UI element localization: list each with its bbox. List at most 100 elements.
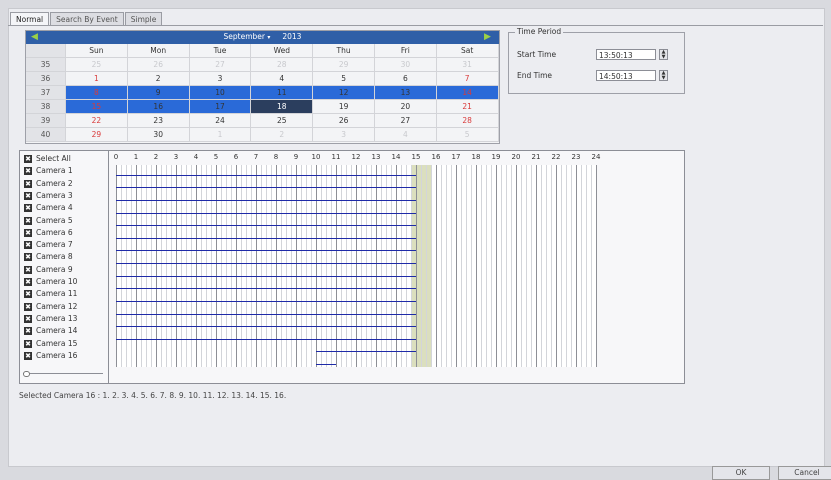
calendar-day[interactable]: 18 <box>251 100 314 114</box>
camera-item-row[interactable]: ✖ Camera 14 <box>24 325 77 337</box>
calendar-day[interactable]: 28 <box>251 58 314 72</box>
camera-item-row[interactable]: ✖ Camera 7 <box>24 239 73 251</box>
calendar-day[interactable]: 8 <box>66 86 128 100</box>
checkbox-icon[interactable]: ✖ <box>24 302 32 311</box>
calendar-day[interactable]: 29 <box>66 128 128 142</box>
calendar-day[interactable]: 30 <box>127 128 190 142</box>
checkbox-icon[interactable]: ✖ <box>24 204 32 213</box>
calendar-day[interactable]: 25 <box>66 58 128 72</box>
tab-normal[interactable]: Normal <box>10 12 50 26</box>
checkbox-icon[interactable]: ✖ <box>24 314 32 323</box>
recording-bar[interactable] <box>116 187 416 189</box>
camera-item-row[interactable]: ✖ Camera 8 <box>24 251 73 263</box>
calendar-day[interactable]: 6 <box>374 72 437 86</box>
end-time-spinner[interactable]: ▲ ▼ <box>659 70 668 81</box>
calendar-day[interactable]: 26 <box>127 58 190 72</box>
timeline-area[interactable] <box>116 165 597 367</box>
checkbox-icon[interactable]: ✖ <box>24 167 32 176</box>
recording-bar[interactable] <box>116 212 416 214</box>
recording-bar[interactable] <box>116 313 416 315</box>
calendar-day[interactable]: 25 <box>251 114 314 128</box>
camera-item-row[interactable]: ✖ Camera 3 <box>24 190 73 202</box>
recording-bar[interactable] <box>116 225 416 227</box>
month-dropdown-icon[interactable]: ▾ <box>267 34 270 41</box>
calendar-day[interactable]: 5 <box>313 72 375 86</box>
recording-bar[interactable] <box>316 351 416 353</box>
calendar-day[interactable]: 26 <box>313 114 375 128</box>
checkbox-icon[interactable]: ✖ <box>24 179 32 188</box>
calendar-day[interactable]: 31 <box>436 58 499 72</box>
camera-item-row[interactable]: ✖ Camera 11 <box>24 288 77 300</box>
calendar-day[interactable]: 5 <box>436 128 499 142</box>
checkbox-icon[interactable]: ✖ <box>24 265 32 274</box>
calendar-day[interactable]: 4 <box>374 128 437 142</box>
calendar-day[interactable]: 29 <box>313 58 375 72</box>
camera-item-row[interactable]: ✖ Camera 1 <box>24 165 73 177</box>
camera-item-row[interactable]: ✖ Camera 15 <box>24 338 77 350</box>
checkbox-icon[interactable]: ✖ <box>24 351 32 360</box>
calendar-day[interactable]: 11 <box>251 86 314 100</box>
slider-handle[interactable] <box>23 371 30 377</box>
start-time-field[interactable]: 13:50:13 <box>596 49 656 60</box>
camera-item-row[interactable]: ✖ Camera 12 <box>24 301 77 313</box>
camera-item-row[interactable]: ✖ Camera 16 <box>24 350 77 362</box>
checkbox-icon[interactable]: ✖ <box>24 253 32 262</box>
camera-item-row[interactable]: ✖ Camera 4 <box>24 202 73 214</box>
calendar-day[interactable]: 9 <box>127 86 190 100</box>
calendar-day[interactable]: 15 <box>66 100 128 114</box>
checkbox-icon[interactable]: ✖ <box>24 290 32 299</box>
calendar-day[interactable]: 16 <box>127 100 190 114</box>
calendar-day[interactable]: 20 <box>374 100 437 114</box>
calendar-day[interactable]: 12 <box>313 86 375 100</box>
recording-bar[interactable] <box>116 326 416 328</box>
recording-bar[interactable] <box>116 338 416 340</box>
recording-bar[interactable] <box>116 263 416 264</box>
calendar-day[interactable]: 27 <box>189 58 252 72</box>
calendar-day[interactable]: 30 <box>374 58 437 72</box>
calendar-day[interactable]: 28 <box>436 114 499 128</box>
camera-item-row[interactable]: ✖ Camera 9 <box>24 264 73 276</box>
checkbox-icon[interactable]: ✖ <box>24 339 32 348</box>
calendar-day[interactable]: 13 <box>374 86 437 100</box>
calendar-day[interactable]: 2 <box>251 128 314 142</box>
recording-bar[interactable] <box>116 199 416 201</box>
calendar-day[interactable]: 1 <box>189 128 252 142</box>
checkbox-icon[interactable]: ✖ <box>24 216 32 225</box>
cancel-button[interactable]: Cancel <box>778 466 831 480</box>
tab-search-by-event[interactable]: Search By Event <box>50 12 124 26</box>
camera-item-row[interactable]: ✖ Camera 5 <box>24 215 73 227</box>
calendar-day[interactable]: 17 <box>189 100 252 114</box>
calendar-day[interactable]: 22 <box>66 114 128 128</box>
recording-bar[interactable] <box>116 288 416 290</box>
select-all-row[interactable]: ✖ Select All <box>24 153 71 165</box>
checkbox-icon[interactable]: ✖ <box>24 228 32 237</box>
calendar-day[interactable]: 2 <box>127 72 190 86</box>
start-time-spinner[interactable]: ▲ ▼ <box>659 49 668 60</box>
calendar-month[interactable]: September <box>224 32 265 41</box>
checkbox-icon[interactable]: ✖ <box>24 241 32 250</box>
calendar-day[interactable]: 10 <box>189 86 252 100</box>
recording-bar[interactable] <box>116 300 416 302</box>
calendar-day[interactable]: 1 <box>66 72 128 86</box>
calendar-day[interactable]: 4 <box>251 72 314 86</box>
recording-bar[interactable] <box>116 250 416 252</box>
calendar-day[interactable]: 23 <box>127 114 190 128</box>
checkbox-icon[interactable]: ✖ <box>24 155 32 163</box>
calendar-day[interactable]: 27 <box>374 114 437 128</box>
calendar-day[interactable]: 7 <box>436 72 499 86</box>
calendar-day[interactable]: 3 <box>189 72 252 86</box>
recording-bar[interactable] <box>116 275 416 277</box>
camera-item-row[interactable]: ✖ Camera 13 <box>24 313 77 325</box>
timeline-zoom-slider[interactable] <box>23 371 103 377</box>
calendar-day[interactable]: 3 <box>313 128 375 142</box>
camera-item-row[interactable]: ✖ Camera 6 <box>24 227 73 239</box>
camera-item-row[interactable]: ✖ Camera 2 <box>24 178 73 190</box>
next-month-arrow-icon[interactable]: ▶ <box>484 33 494 42</box>
calendar-day[interactable]: 14 <box>436 86 499 100</box>
timeline-grid[interactable]: 0 1 2 3 4 5 6 7 8 9 10 11 12 13 14 15 16 17 18 19 20 21 22 23 24 <box>114 153 600 367</box>
calendar-day[interactable]: 21 <box>436 100 499 114</box>
ok-button[interactable]: OK <box>712 466 770 480</box>
recording-bar[interactable] <box>316 364 336 365</box>
tab-simple[interactable]: Simple <box>124 12 163 26</box>
checkbox-icon[interactable]: ✖ <box>24 191 32 200</box>
